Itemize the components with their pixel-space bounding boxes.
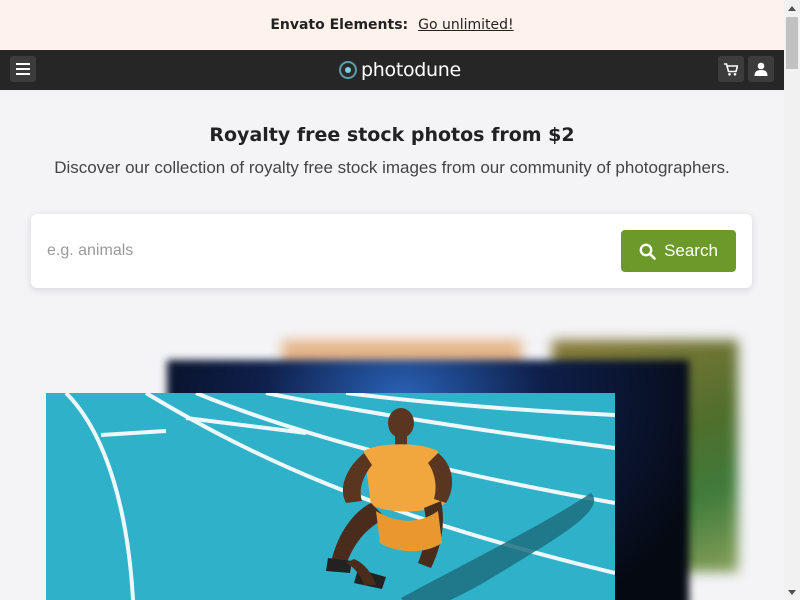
search-icon [639, 243, 656, 260]
account-button[interactable] [748, 56, 774, 82]
menu-icon [16, 63, 30, 75]
logo[interactable]: photodune [339, 58, 461, 82]
promo-link[interactable]: Go unlimited! [418, 17, 514, 33]
scrollbar[interactable] [784, 0, 800, 600]
navbar: photodune [0, 50, 784, 90]
scroll-thumb[interactable] [786, 17, 798, 69]
search-input[interactable] [47, 234, 607, 268]
logo-icon [339, 61, 357, 79]
menu-button[interactable] [10, 56, 36, 82]
arrow-up-icon [788, 5, 796, 11]
arrow-down-icon [788, 589, 796, 595]
search-button[interactable]: Search [621, 230, 736, 272]
cart-icon [724, 62, 738, 76]
page-subtitle: Discover our collection of royalty free … [54, 158, 730, 177]
athlete-on-track-image [46, 393, 615, 600]
search-card: Search [31, 214, 752, 288]
cart-button[interactable] [718, 56, 744, 82]
photo-collage [0, 320, 784, 600]
user-icon [754, 62, 768, 76]
promo-brand: Envato Elements: [270, 17, 409, 33]
page-title: Royalty free stock photos from $2 [209, 124, 575, 146]
scroll-down-button[interactable] [784, 584, 800, 600]
search-button-label: Search [664, 241, 718, 260]
collage-photo-featured[interactable] [46, 393, 615, 600]
promo-bar: Envato Elements: Go unlimited! [0, 0, 784, 50]
logo-text: photodune [361, 59, 461, 81]
scroll-up-button[interactable] [784, 0, 800, 16]
